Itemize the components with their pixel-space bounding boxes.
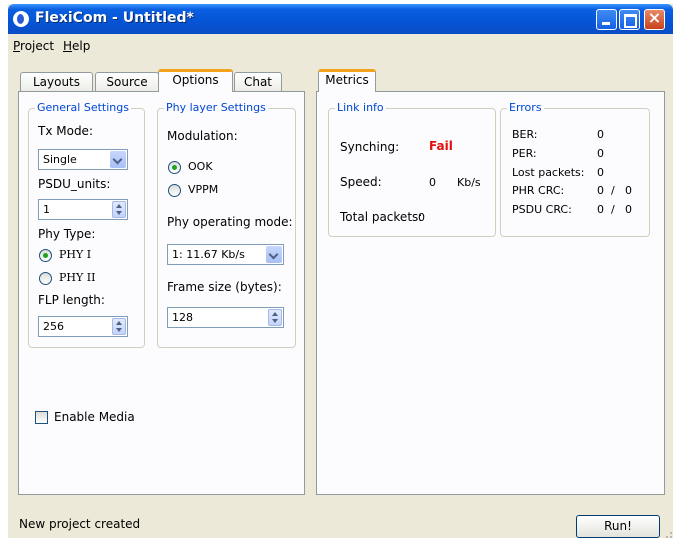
phr-crc-label: PHR CRC: — [512, 184, 565, 197]
minimize-button[interactable] — [596, 9, 617, 30]
per-value: 0 — [597, 147, 604, 160]
psdu-crc-value-b: 0 — [625, 203, 632, 216]
tx-mode-select[interactable]: Single — [38, 149, 128, 170]
synching-label: Synching: — [340, 140, 400, 154]
title-bar[interactable]: FlexiCom - Untitled* × — [8, 4, 673, 34]
spinner-arrows-icon[interactable] — [112, 318, 126, 335]
phy-layer-settings-group: Phy layer Settings Modulation: OOK VPPM … — [157, 101, 296, 348]
phy-operating-mode-select[interactable]: 1: 11.67 Kb/s — [167, 244, 284, 265]
speed-unit: Kb/s — [457, 176, 481, 189]
frame-size-value: 128 — [172, 311, 193, 324]
speed-value: 0 — [429, 176, 436, 189]
enable-media-checkbox[interactable] — [35, 411, 48, 424]
chevron-down-icon[interactable] — [266, 246, 282, 263]
speed-label: Speed: — [340, 175, 382, 189]
total-packets-value: 0 — [418, 211, 425, 224]
tx-mode-label: Tx Mode: — [38, 124, 93, 138]
phr-crc-separator: / — [611, 184, 615, 197]
metrics-panel: Link info Synching: Fail Speed: 0 Kb/s T… — [316, 91, 665, 495]
ber-value: 0 — [597, 128, 604, 141]
frame-size-stepper[interactable]: 128 — [167, 307, 284, 328]
link-info-group: Link info Synching: Fail Speed: 0 Kb/s T… — [328, 101, 496, 237]
general-settings-title: General Settings — [35, 101, 131, 114]
phy2-radio[interactable] — [39, 272, 52, 285]
errors-group: Errors BER: 0 PER: 0 Lost packets: 0 PHR… — [500, 101, 650, 237]
phy-type-label: Phy Type: — [38, 227, 96, 241]
status-bar-text: New project created — [19, 517, 141, 531]
psdu-crc-separator: / — [611, 203, 615, 216]
link-info-title: Link info — [335, 101, 386, 114]
app-window: FlexiCom - Untitled* × Project Help Layo… — [8, 4, 673, 538]
errors-title: Errors — [507, 101, 544, 114]
phy-operating-mode-label: Phy operating mode: — [167, 215, 293, 229]
tab-source[interactable]: Source — [95, 72, 159, 92]
ber-label: BER: — [512, 128, 538, 141]
psdu-units-value: 1 — [43, 203, 50, 216]
phy-operating-mode-value: 1: 11.67 Kb/s — [172, 248, 245, 261]
synching-status: Fail — [429, 139, 453, 153]
psdu-crc-value-a: 0 — [597, 203, 604, 216]
vppm-label[interactable]: VPPM — [188, 183, 218, 196]
window-title: FlexiCom - Untitled* — [35, 10, 194, 26]
maximize-button[interactable] — [619, 9, 640, 30]
flp-length-stepper[interactable]: 256 — [38, 316, 128, 337]
tab-metrics[interactable]: Metrics — [318, 69, 376, 92]
general-settings-group: General Settings Tx Mode: Single PSDU_un… — [28, 101, 145, 348]
phy2-label[interactable]: PHY II — [59, 271, 95, 284]
lost-packets-label: Lost packets: — [512, 166, 585, 179]
menu-project[interactable]: Project — [13, 39, 54, 53]
tx-mode-value: Single — [43, 153, 77, 166]
run-button[interactable]: Run! — [576, 515, 660, 538]
psdu-crc-label: PSDU CRC: — [512, 203, 572, 216]
modulation-label: Modulation: — [167, 129, 238, 143]
chevron-down-icon[interactable] — [110, 151, 126, 168]
close-icon: × — [647, 8, 662, 27]
resize-grip-icon[interactable] — [666, 528, 673, 538]
options-panel: General Settings Tx Mode: Single PSDU_un… — [18, 91, 305, 495]
total-packets-label: Total packets: — [340, 210, 423, 224]
tab-chat[interactable]: Chat — [234, 72, 282, 92]
phy1-label[interactable]: PHY I — [59, 248, 91, 261]
menu-bar: Project Help — [8, 34, 673, 56]
ook-label[interactable]: OOK — [188, 160, 213, 173]
psdu-units-label: PSDU_units: — [38, 177, 111, 191]
enable-media-label[interactable]: Enable Media — [54, 410, 135, 424]
app-icon[interactable] — [13, 11, 29, 27]
menu-help[interactable]: Help — [63, 39, 90, 53]
phr-crc-value-b: 0 — [625, 184, 632, 197]
frame-size-label: Frame size (bytes): — [167, 280, 282, 294]
lost-packets-value: 0 — [597, 166, 604, 179]
per-label: PER: — [512, 147, 537, 160]
psdu-units-stepper[interactable]: 1 — [38, 199, 128, 220]
phr-crc-value-a: 0 — [597, 184, 604, 197]
spinner-arrows-icon[interactable] — [268, 309, 282, 326]
phy-layer-settings-title: Phy layer Settings — [164, 101, 268, 114]
spinner-arrows-icon[interactable] — [112, 201, 126, 218]
tab-options[interactable]: Options — [158, 69, 233, 92]
vppm-radio[interactable] — [168, 184, 181, 197]
tab-layouts[interactable]: Layouts — [20, 72, 93, 92]
close-button[interactable]: × — [644, 8, 665, 30]
phy1-radio[interactable] — [39, 249, 52, 262]
ook-radio[interactable] — [168, 161, 181, 174]
flp-length-value: 256 — [43, 320, 64, 333]
flp-length-label: FLP length: — [38, 293, 105, 307]
